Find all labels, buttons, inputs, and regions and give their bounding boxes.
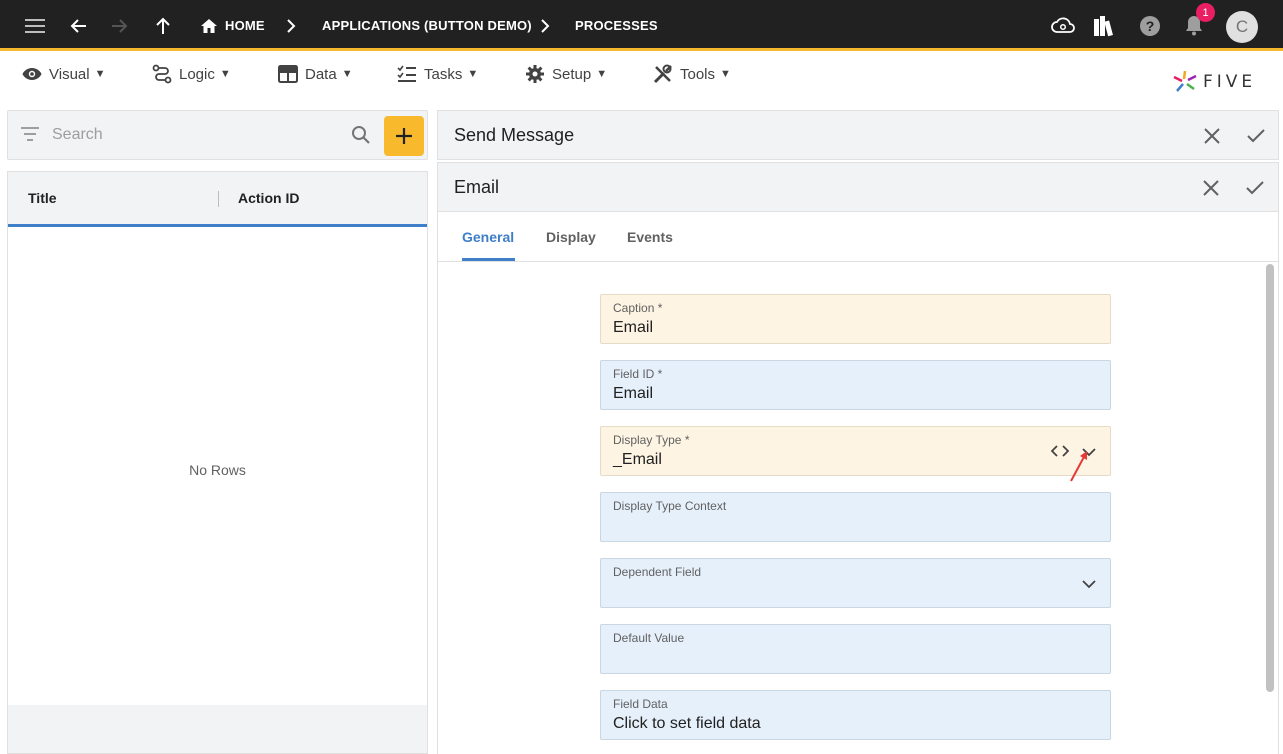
send-message-header: Send Message: [437, 110, 1279, 160]
dependent-field-select[interactable]: Dependent Field: [600, 558, 1111, 608]
menu-caret-icon: ▼: [219, 68, 231, 80]
menu-caret-icon: ▼: [720, 68, 731, 80]
field-id-field[interactable]: Field ID * Email: [600, 360, 1111, 410]
breadcrumb-applications[interactable]: APPLICATIONS (BUTTON DEMO): [322, 0, 532, 51]
help-icon[interactable]: ?: [1138, 0, 1162, 51]
filter-icon[interactable]: [21, 127, 39, 146]
checklist-icon: [397, 65, 416, 82]
breadcrumb-chevron-icon: [286, 0, 296, 51]
search-bar: Search: [7, 110, 428, 160]
library-icon[interactable]: [1092, 0, 1118, 51]
column-divider: [218, 191, 219, 207]
field-value: _Email: [613, 451, 662, 468]
menu-tasks[interactable]: Tasks ▼: [397, 61, 478, 87]
form-scrollbar[interactable]: [1266, 264, 1274, 692]
column-header-title[interactable]: Title: [28, 190, 57, 206]
breadcrumb-processes[interactable]: PROCESSES: [575, 0, 658, 51]
caption-field[interactable]: Caption * Email: [600, 294, 1111, 344]
add-button[interactable]: [384, 116, 424, 156]
main-menu-bar: Visual ▼ Logic ▼ Data ▼ Tasks ▼ Setup ▼ …: [0, 54, 1283, 108]
plus-icon: [396, 128, 412, 144]
chevron-down-icon[interactable]: [1082, 579, 1096, 589]
menu-tasks-label: Tasks: [424, 65, 463, 83]
display-type-context-field[interactable]: Display Type Context: [600, 492, 1111, 542]
search-icon[interactable]: [351, 125, 371, 150]
menu-visual[interactable]: Visual ▼: [22, 61, 105, 87]
close-icon[interactable]: [1200, 124, 1224, 148]
default-value-field[interactable]: Default Value: [600, 624, 1111, 674]
field-tabs: General Display Events: [437, 212, 1279, 262]
menu-caret-icon: ▼: [467, 68, 479, 80]
menu-logic-label: Logic: [179, 65, 215, 83]
active-tab-indicator: [462, 258, 515, 261]
tab-display[interactable]: Display: [546, 229, 596, 245]
panel-title-email: Email: [454, 177, 500, 197]
svg-text:?: ?: [1146, 18, 1155, 34]
gear-icon: [526, 65, 544, 83]
menu-data-label: Data: [305, 65, 337, 83]
tab-events[interactable]: Events: [627, 229, 673, 245]
field-label: Field ID *: [613, 367, 663, 381]
list-header: Title Action ID: [8, 172, 427, 227]
five-logo: FIVE: [1173, 70, 1256, 94]
field-data-field[interactable]: Field Data Click to set field data: [600, 690, 1111, 740]
search-input[interactable]: Search: [52, 126, 103, 144]
user-avatar[interactable]: C: [1226, 11, 1258, 43]
breadcrumb-chevron-icon: [540, 0, 550, 51]
field-label: Display Type *: [613, 433, 690, 447]
table-icon: [278, 65, 298, 83]
up-arrow-icon[interactable]: [150, 0, 176, 51]
field-value: Email: [613, 385, 654, 402]
email-header: Email: [437, 162, 1279, 212]
field-value: Click to set field data: [613, 715, 761, 732]
eye-icon: [22, 68, 42, 80]
tools-icon: [653, 64, 672, 84]
menu-logic[interactable]: Logic ▼: [152, 61, 231, 87]
tab-general[interactable]: General: [462, 229, 514, 245]
menu-tools-label: Tools: [680, 65, 716, 83]
field-label: Field Data: [613, 697, 668, 711]
field-label: Display Type Context: [613, 499, 727, 513]
menu-visual-label: Visual: [49, 65, 90, 83]
home-icon: [199, 0, 219, 51]
menu-setup-label: Setup: [552, 65, 592, 83]
field-value: Email: [613, 319, 654, 336]
hamburger-menu-icon[interactable]: [20, 0, 50, 51]
display-type-field[interactable]: Display Type * _Email: [600, 426, 1111, 482]
confirm-check-icon[interactable]: [1243, 176, 1267, 200]
empty-list-message: No Rows: [189, 462, 246, 478]
list-footer: [8, 705, 427, 753]
menu-caret-icon: ▼: [596, 68, 608, 80]
menu-data[interactable]: Data ▼: [278, 61, 353, 87]
column-header-action-id[interactable]: Action ID: [238, 190, 299, 206]
forward-arrow-icon[interactable]: [106, 0, 132, 51]
breadcrumb-home[interactable]: HOME: [225, 0, 265, 51]
five-logo-icon: [1173, 70, 1197, 92]
menu-setup[interactable]: Setup ▼: [525, 61, 607, 87]
panel-title-send-message: Send Message: [454, 125, 575, 145]
logic-icon: [152, 64, 172, 84]
menu-caret-icon: ▼: [94, 68, 106, 80]
field-label: Dependent Field: [613, 565, 702, 579]
notification-badge: 1: [1196, 3, 1215, 22]
confirm-check-icon[interactable]: [1244, 124, 1268, 148]
close-icon[interactable]: [1199, 176, 1223, 200]
cloud-settings-icon[interactable]: [1050, 0, 1076, 51]
field-label: Caption *: [613, 301, 663, 315]
logo-text: FIVE: [1203, 72, 1257, 92]
menu-tools[interactable]: Tools ▼: [653, 61, 731, 87]
records-list: Title Action ID No Rows: [7, 171, 428, 754]
annotation-arrow-icon: [1067, 449, 1091, 488]
menu-caret-icon: ▼: [341, 68, 353, 80]
back-arrow-icon[interactable]: [66, 0, 92, 51]
field-label: Default Value: [613, 631, 685, 645]
top-app-bar: HOME APPLICATIONS (BUTTON DEMO) PROCESSE…: [0, 0, 1283, 51]
